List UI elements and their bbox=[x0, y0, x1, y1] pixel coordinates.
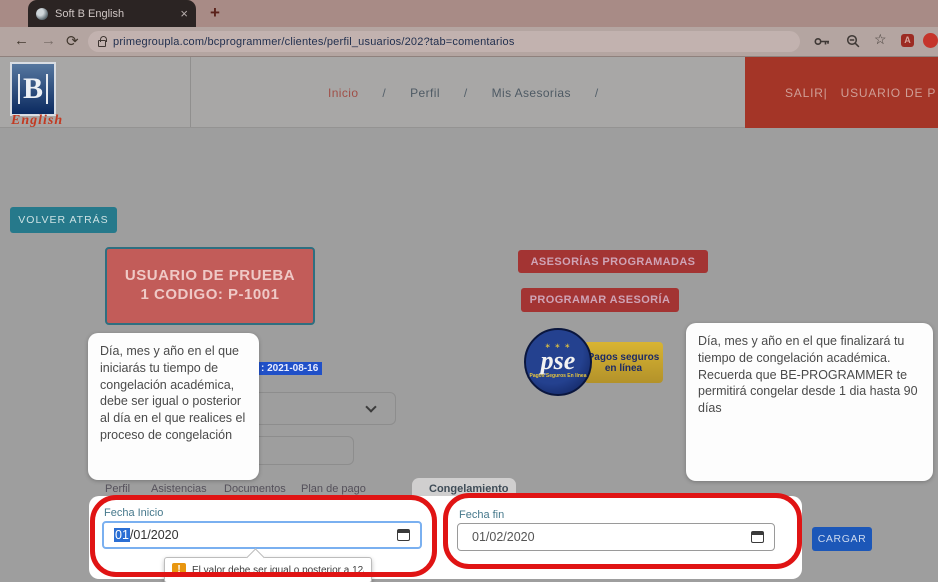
logo-bar bbox=[18, 74, 20, 104]
password-key-icon[interactable] bbox=[814, 35, 830, 53]
favicon-icon bbox=[36, 8, 48, 20]
bookmark-star-icon[interactable]: ☆ bbox=[874, 31, 887, 48]
address-bar[interactable]: primegroupla.com/bcprogrammer/clientes/p… bbox=[88, 31, 800, 52]
nav-separator: / bbox=[464, 86, 468, 100]
logged-user-label: USUARIO DE P bbox=[841, 86, 937, 100]
logo-letter: B bbox=[23, 74, 43, 104]
profile-avatar[interactable] bbox=[923, 33, 938, 48]
programar-asesoria-button[interactable]: PROGRAMAR ASESORÍA bbox=[521, 288, 679, 312]
adobe-extension-icon[interactable]: A bbox=[901, 34, 914, 47]
url-text[interactable]: primegroupla.com/bcprogrammer/clientes/p… bbox=[113, 36, 515, 48]
annotation-oval-fecha-inicio bbox=[90, 495, 437, 577]
lock-icon bbox=[98, 40, 106, 47]
main-nav: Inicio / Perfil / Mis Asesorias / bbox=[328, 86, 599, 100]
nav-item-mis-asesorias[interactable]: Mis Asesorias bbox=[492, 86, 571, 100]
zoom-out-page-icon[interactable] bbox=[846, 34, 861, 54]
registration-date-badge: : 2021-08-16 bbox=[257, 362, 322, 375]
nav-separator: / bbox=[382, 86, 386, 100]
salir-button[interactable]: SALIR| bbox=[785, 86, 828, 100]
pse-logo-subtext: Pagos Seguros En línea bbox=[530, 373, 587, 380]
volver-atras-button[interactable]: VOLVER ATRÁS bbox=[10, 207, 117, 233]
screenshot-root: Soft B English × + ← → ⟳ primegroupla.co… bbox=[0, 0, 938, 582]
annotation-oval-fecha-fin bbox=[443, 493, 802, 569]
logo-bar bbox=[46, 74, 48, 104]
asesorias-programadas-button[interactable]: ASESORÍAS PROGRAMADAS bbox=[518, 250, 708, 273]
close-tab-icon[interactable]: × bbox=[180, 7, 188, 20]
tooltip-fecha-inicio: Día, mes y año en el que iniciarás tu ti… bbox=[88, 333, 259, 480]
new-tab-icon[interactable]: + bbox=[210, 3, 220, 23]
tab-documentos[interactable]: Documentos bbox=[224, 483, 286, 495]
site-logo[interactable]: B bbox=[10, 62, 56, 116]
forward-icon[interactable]: → bbox=[41, 32, 56, 49]
browser-tab[interactable]: Soft B English × bbox=[28, 0, 196, 27]
back-icon[interactable]: ← bbox=[14, 32, 29, 49]
tooltip-fecha-fin: Día, mes y año en el que finalizará tu t… bbox=[686, 323, 933, 481]
pse-banner: Pagos seguros en línea bbox=[584, 342, 663, 383]
tab-title: Soft B English bbox=[55, 8, 173, 20]
reload-icon[interactable]: ⟳ bbox=[66, 32, 79, 50]
tab-asistencias[interactable]: Asistencias bbox=[151, 483, 207, 495]
nav-separator: / bbox=[595, 86, 599, 100]
cargar-button[interactable]: CARGAR bbox=[812, 527, 872, 551]
browser-toolbar: ← → ⟳ primegroupla.com/bcprogrammer/clie… bbox=[0, 27, 938, 57]
chevron-down-icon bbox=[365, 401, 376, 412]
tab-plan-de-pago[interactable]: Plan de pago bbox=[301, 483, 366, 495]
header-user-box: SALIR| USUARIO DE P bbox=[745, 57, 938, 128]
logo-script-text: English bbox=[11, 113, 63, 129]
nav-item-inicio[interactable]: Inicio bbox=[328, 86, 358, 100]
browser-tabstrip: Soft B English × + bbox=[0, 0, 938, 27]
nav-item-perfil[interactable]: Perfil bbox=[410, 86, 440, 100]
header-divider bbox=[190, 57, 191, 127]
pse-logo[interactable]: ∗ ∗ ∗ pse Pagos Seguros En línea bbox=[524, 328, 592, 396]
user-card: USUARIO DE PRUEBA 1 CODIGO: P-1001 bbox=[105, 247, 315, 325]
tab-perfil[interactable]: Perfil bbox=[105, 483, 130, 495]
pse-logo-text: pse bbox=[541, 349, 576, 373]
